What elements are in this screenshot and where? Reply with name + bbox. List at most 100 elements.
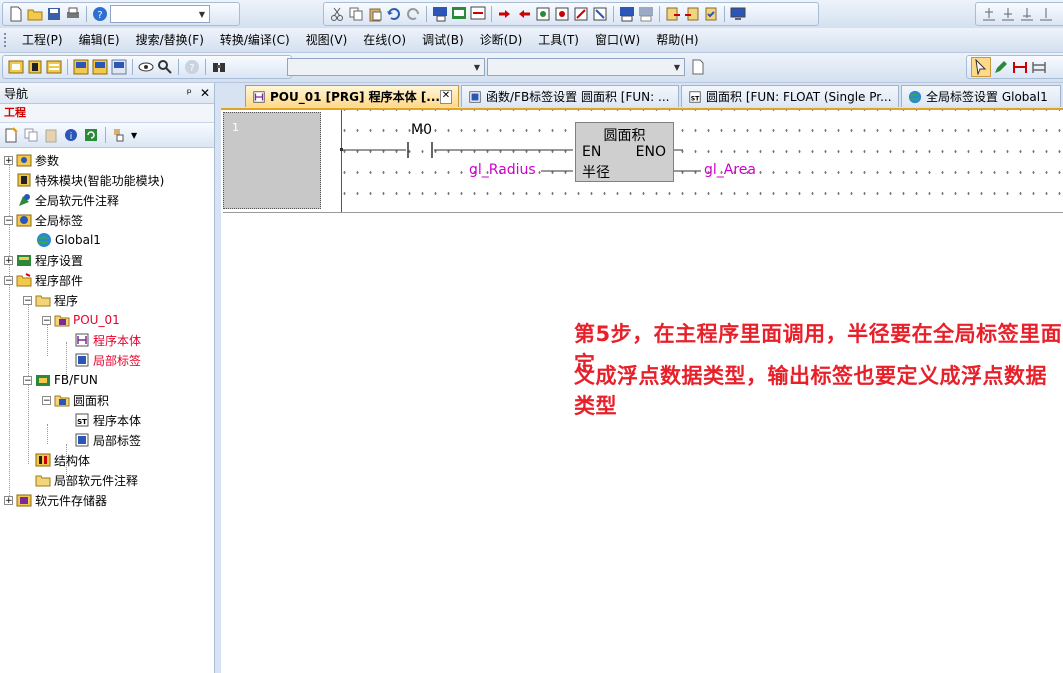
tree-item-local-device-comment[interactable]: 局部软元件注释 [35, 470, 138, 490]
align-c-icon[interactable] [1018, 5, 1036, 23]
open-folder-icon[interactable] [26, 5, 44, 23]
ladder-b-icon[interactable] [515, 5, 533, 23]
tab-pou01-program-body[interactable]: POU_01 [PRG] 程序本体 [... ✕ [245, 85, 459, 107]
menu-search-replace[interactable]: 搜索/替换(F) [128, 31, 212, 49]
ladder-editor[interactable]: 1 M0 gl_Radius gl_Area 圆面积 EN ENO 半径 第5步… [221, 108, 1063, 673]
tree-item-local-label[interactable]: 局部标签 [74, 350, 141, 370]
menu-diagnostics[interactable]: 诊断(D) [472, 31, 531, 49]
tree-item-circle-area[interactable]: − 圆面积 [42, 390, 109, 410]
device-dev-5-icon[interactable] [110, 58, 128, 76]
tree-item-program-parts[interactable]: − 程序部件 [4, 270, 83, 290]
write-plc-icon[interactable] [664, 5, 682, 23]
menu-convert-compile[interactable]: 转换/编译(C) [212, 31, 298, 49]
device-dev-3-icon[interactable] [72, 58, 90, 76]
sort-icon[interactable] [111, 126, 129, 144]
collapse-icon[interactable]: − [4, 275, 13, 285]
tree-item-device-memory[interactable]: + 软元件存储器 [4, 490, 107, 510]
watch-icon[interactable] [137, 58, 155, 76]
print-icon[interactable] [64, 5, 82, 23]
menu-window[interactable]: 窗口(W) [587, 31, 648, 49]
ladder-a-icon[interactable] [496, 5, 514, 23]
align-a-icon[interactable] [980, 5, 998, 23]
close-icon[interactable]: ✕ [440, 89, 452, 104]
expand-icon[interactable]: + [4, 495, 13, 505]
toolbar-combo[interactable]: ▼ [110, 5, 210, 23]
align-b-icon[interactable] [999, 5, 1017, 23]
tree-item-global-device-comment[interactable]: 全局软元件注释 [16, 190, 119, 210]
tree-item-fun-program-body[interactable]: ST 程序本体 [74, 410, 141, 430]
ladder-grid-2-icon[interactable] [1030, 58, 1048, 76]
collapse-icon[interactable]: − [42, 395, 51, 405]
tree-item-program-setting[interactable]: + 程序设置 [4, 250, 83, 270]
copy-icon[interactable] [347, 5, 365, 23]
page-icon[interactable] [689, 58, 707, 76]
tree-item-fb-fun[interactable]: − FB/FUN [23, 370, 98, 390]
verify-plc-icon[interactable] [702, 5, 720, 23]
pin-icon[interactable]: ᵖ [187, 86, 192, 100]
replace-icon[interactable] [469, 5, 487, 23]
menu-project[interactable]: 工程(P) [14, 31, 71, 49]
read-plc-icon[interactable] [683, 5, 701, 23]
ladder-grid-icon[interactable] [1011, 58, 1029, 76]
properties-icon[interactable]: i [62, 126, 80, 144]
expand-icon[interactable]: + [4, 155, 13, 165]
collapse-icon[interactable]: − [23, 375, 32, 385]
zoom-icon[interactable] [156, 58, 174, 76]
device-dev-2-icon[interactable] [637, 5, 655, 23]
device-search-icon[interactable] [431, 5, 449, 23]
tree-item-parameter[interactable]: + 参数 [4, 150, 59, 170]
chevron-down-icon[interactable]: ▼ [131, 131, 137, 140]
new-item-icon[interactable] [2, 126, 20, 144]
ladder-e-icon[interactable] [572, 5, 590, 23]
help-2-icon[interactable]: ? [183, 58, 201, 76]
ladder-c-icon[interactable] [534, 5, 552, 23]
menu-view[interactable]: 视图(V) [298, 31, 356, 49]
menu-edit[interactable]: 编辑(E) [71, 31, 128, 49]
collapse-icon[interactable]: − [4, 215, 13, 225]
project-view-icon[interactable] [7, 58, 25, 76]
monitor-icon[interactable] [729, 5, 747, 23]
save-icon[interactable] [45, 5, 63, 23]
menu-online[interactable]: 在线(O) [355, 31, 414, 49]
help-icon[interactable]: ? [91, 5, 109, 23]
output-variable-label[interactable]: gl_Area [704, 162, 756, 178]
select-cursor-icon[interactable] [971, 57, 991, 77]
pen-icon[interactable] [992, 58, 1010, 76]
ladder-f-icon[interactable] [591, 5, 609, 23]
function-block-circle-area[interactable]: 圆面积 EN ENO 半径 [575, 122, 674, 182]
menu-tools[interactable]: 工具(T) [530, 31, 587, 49]
tree-item-global-label[interactable]: − 全局标签 [4, 210, 83, 230]
align-d-icon[interactable] [1037, 5, 1055, 23]
collapse-icon[interactable]: − [23, 295, 32, 305]
tree-item-global1[interactable]: Global1 [36, 230, 101, 250]
undo-icon[interactable] [385, 5, 403, 23]
tab-global-label-setting[interactable]: 全局标签设置 Global1 [901, 85, 1061, 107]
collapse-icon[interactable]: − [42, 315, 51, 325]
redo-icon[interactable] [404, 5, 422, 23]
tree-item-fun-local-label[interactable]: 局部标签 [74, 430, 141, 450]
tree-item-pou01[interactable]: − POU_01 [42, 310, 120, 330]
input-variable-label[interactable]: gl_Radius [469, 162, 536, 178]
tree-item-program[interactable]: − 程序 [23, 290, 78, 310]
paste-item-icon[interactable] [42, 126, 60, 144]
tab-circle-area-fun[interactable]: ST 圆面积 [FUN: FLOAT (Single Pr... [681, 85, 899, 107]
module-view-icon[interactable] [26, 58, 44, 76]
paste-icon[interactable] [366, 5, 384, 23]
device-dev-icon[interactable] [618, 5, 636, 23]
list-view-icon[interactable] [45, 58, 63, 76]
tab-function-label-setting[interactable]: 函数/FB标签设置 圆面积 [FUN: ... [461, 85, 679, 107]
device-dev-4-icon[interactable] [91, 58, 109, 76]
ladder-d-icon[interactable] [553, 5, 571, 23]
copy-item-icon[interactable] [22, 126, 40, 144]
cut-icon[interactable] [328, 5, 346, 23]
menu-help[interactable]: 帮助(H) [648, 31, 706, 49]
find-icon[interactable] [450, 5, 468, 23]
binoculars-icon[interactable] [210, 58, 228, 76]
tree-item-structure[interactable]: 结构体 [35, 450, 90, 470]
new-file-icon[interactable] [7, 5, 25, 23]
tree-item-program-body[interactable]: 程序本体 [74, 330, 141, 350]
close-icon[interactable]: ✕ [200, 86, 210, 100]
refresh-icon[interactable] [82, 126, 100, 144]
expand-icon[interactable]: + [4, 255, 13, 265]
tree-item-intelligent-module[interactable]: 特殊模块(智能功能模块) [16, 170, 164, 190]
